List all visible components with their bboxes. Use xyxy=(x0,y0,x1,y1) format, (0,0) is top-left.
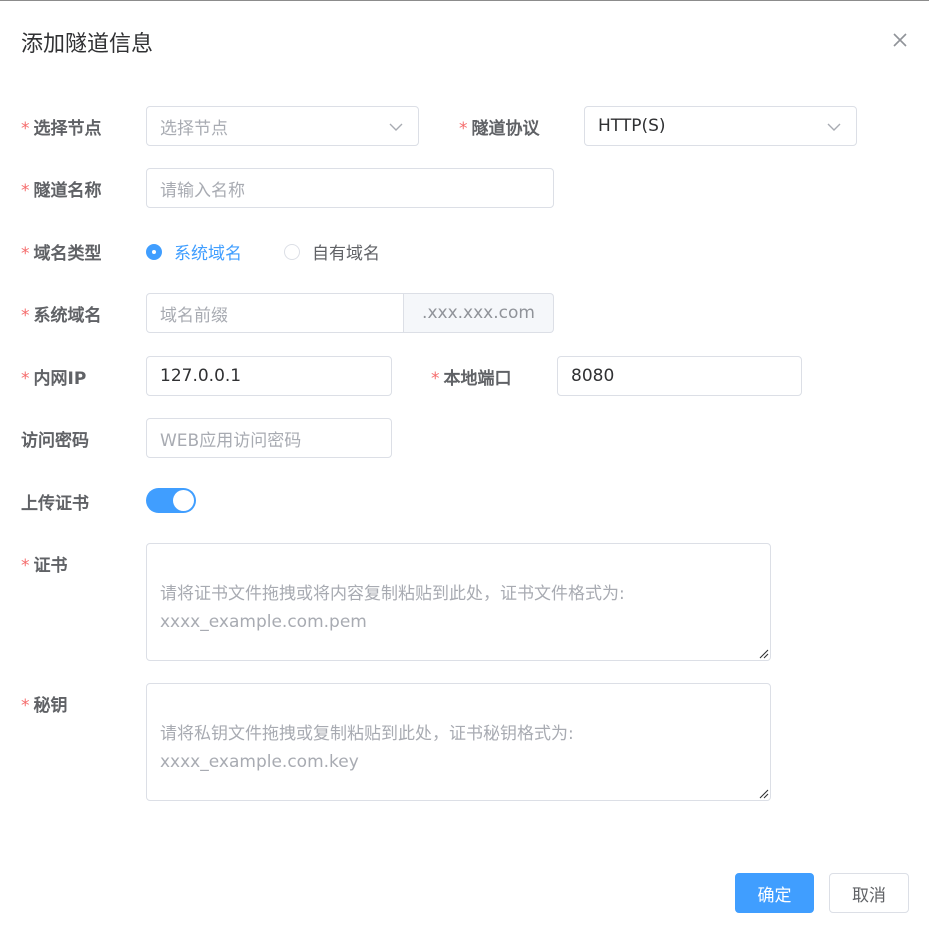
radio-own-domain-label: 自有域名 xyxy=(312,244,380,264)
tunnel-name-label: * 隧道名称 xyxy=(21,176,102,201)
certificate-label-text: 证书 xyxy=(33,556,68,576)
protocol-select-value: HTTP(S) xyxy=(598,116,666,136)
node-label: * 选择节点 xyxy=(21,114,102,139)
access-password-placeholder: WEB应用访问密码 xyxy=(160,430,302,451)
required-marker: * xyxy=(459,119,468,139)
local-port-label-text: 本地端口 xyxy=(443,369,512,389)
upload-cert-switch[interactable] xyxy=(146,488,196,513)
required-marker: * xyxy=(21,556,30,576)
local-port-label: * 本地端口 xyxy=(431,364,512,389)
radio-dot xyxy=(284,243,300,260)
private-key-label: * 秘钥 xyxy=(21,691,68,716)
top-border xyxy=(0,0,929,1)
access-password-label-text: 访问密码 xyxy=(21,431,89,451)
domain-prefix-input[interactable]: 域名前缀 xyxy=(146,293,404,333)
required-marker: * xyxy=(21,369,30,389)
certificate-label: * 证书 xyxy=(21,551,68,576)
intranet-ip-label-text: 内网IP xyxy=(33,369,87,389)
node-select[interactable]: 选择节点 xyxy=(146,106,419,146)
domain-suffix: .xxx.xxx.com xyxy=(404,293,554,333)
private-key-placeholder: 请将私钥文件拖拽或复制粘贴到此处，证书秘钥格式为: xxxx_example.c… xyxy=(160,724,574,772)
node-label-text: 选择节点 xyxy=(33,119,102,139)
protocol-select[interactable]: HTTP(S) xyxy=(584,106,857,146)
radio-system-domain-label: 系统域名 xyxy=(174,244,242,264)
tunnel-name-label-text: 隧道名称 xyxy=(33,181,102,201)
access-password-input[interactable]: WEB应用访问密码 xyxy=(146,418,392,458)
switch-knob xyxy=(173,490,194,511)
cancel-button[interactable]: 取消 xyxy=(829,873,909,913)
intranet-ip-value: 127.0.0.1 xyxy=(160,366,242,386)
required-marker: * xyxy=(21,306,30,326)
resize-handle-icon[interactable] xyxy=(757,787,769,799)
required-marker: * xyxy=(21,119,30,139)
chevron-down-icon xyxy=(827,123,841,131)
tunnel-name-input[interactable]: 请输入名称 xyxy=(146,168,554,208)
intranet-ip-input[interactable]: 127.0.0.1 xyxy=(146,356,392,396)
chevron-down-icon xyxy=(389,123,403,131)
domain-type-label-text: 域名类型 xyxy=(33,244,102,264)
certificate-placeholder: 请将证书文件拖拽或将内容复制粘贴到此处，证书文件格式为: xxxx_exampl… xyxy=(160,584,625,632)
local-port-value: 8080 xyxy=(571,366,615,386)
required-marker: * xyxy=(21,244,30,264)
protocol-label: * 隧道协议 xyxy=(459,114,540,139)
required-marker: * xyxy=(431,369,440,389)
tunnel-name-placeholder: 请输入名称 xyxy=(160,180,245,201)
protocol-label-text: 隧道协议 xyxy=(471,119,540,139)
domain-prefix-placeholder: 域名前缀 xyxy=(160,305,228,326)
close-icon[interactable] xyxy=(890,30,910,50)
required-marker: * xyxy=(21,696,30,716)
radio-system-domain[interactable]: 系统域名 xyxy=(146,239,242,264)
upload-cert-label: 上传证书 xyxy=(21,489,89,514)
radio-own-domain[interactable]: 自有域名 xyxy=(284,239,380,264)
required-marker: * xyxy=(21,181,30,201)
access-password-label: 访问密码 xyxy=(21,426,89,451)
local-port-input[interactable]: 8080 xyxy=(557,356,802,396)
certificate-textarea[interactable]: 请将证书文件拖拽或将内容复制粘贴到此处，证书文件格式为: xxxx_exampl… xyxy=(146,543,771,661)
private-key-label-text: 秘钥 xyxy=(33,696,68,716)
radio-dot xyxy=(146,243,162,260)
upload-cert-label-text: 上传证书 xyxy=(21,494,89,514)
private-key-textarea[interactable]: 请将私钥文件拖拽或复制粘贴到此处，证书秘钥格式为: xxxx_example.c… xyxy=(146,683,771,801)
dialog-title: 添加隧道信息 xyxy=(21,32,154,57)
confirm-button[interactable]: 确定 xyxy=(735,873,814,913)
intranet-ip-label: * 内网IP xyxy=(21,364,86,389)
resize-handle-icon[interactable] xyxy=(757,647,769,659)
system-domain-label-text: 系统域名 xyxy=(33,306,102,326)
node-select-placeholder: 选择节点 xyxy=(160,118,228,139)
domain-type-label: * 域名类型 xyxy=(21,239,102,264)
system-domain-label: * 系统域名 xyxy=(21,301,102,326)
